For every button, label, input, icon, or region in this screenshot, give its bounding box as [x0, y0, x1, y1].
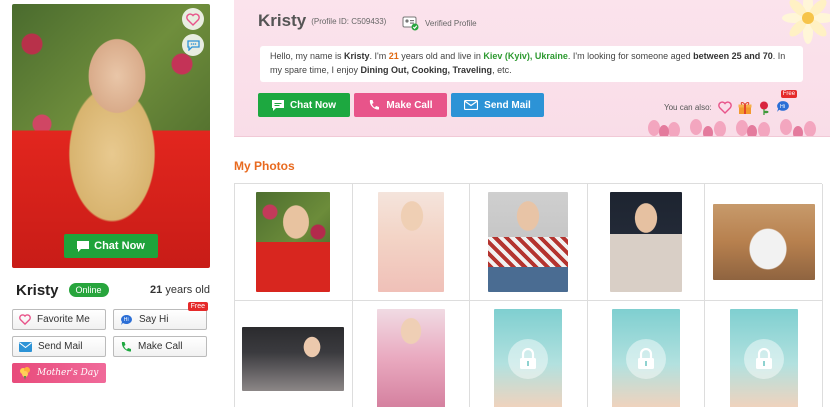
say-hi-button[interactable]: Hi Say Hi Free [113, 302, 208, 330]
photo-cell-locked[interactable] [470, 301, 588, 407]
gift-icon[interactable] [738, 101, 752, 115]
photo-thumbnail[interactable] [610, 192, 683, 292]
lock-icon [508, 339, 549, 379]
photo-cell[interactable] [353, 301, 471, 407]
bio-part: . I'm looking for someone aged [567, 51, 694, 61]
photo-cell-locked[interactable] [705, 301, 823, 407]
bio-text: Hello, my name is Kristy. I'm 21 years o… [260, 46, 803, 82]
verified-label: Verified Profile [425, 19, 477, 28]
left-column: Chat Now Kristy Online 21 years old Favo… [12, 4, 210, 383]
chat-bubble-icon[interactable] [182, 34, 204, 56]
primary-actions: Chat Now Make Call Send Mail [258, 93, 544, 117]
make-call-primary-button[interactable]: Make Call [354, 93, 447, 117]
photo-cell[interactable] [235, 184, 353, 301]
send-mail-button[interactable]: Send Mail [12, 336, 106, 357]
photo-cell-locked[interactable] [588, 301, 706, 407]
mail-icon [19, 341, 32, 352]
age-number: 21 [150, 284, 163, 296]
locked-photo[interactable] [494, 309, 563, 407]
mail-icon [464, 100, 479, 110]
hi-bubble-icon: Hi [121, 314, 132, 325]
decor-tulips-icon [648, 119, 816, 136]
hi-bubble-icon: Hi [776, 101, 789, 112]
make-call-label: Make Call [138, 341, 183, 352]
heart-icon [19, 314, 31, 325]
you-can-also-label: You can also: [664, 103, 712, 112]
profile-name: Kristy [16, 281, 59, 299]
left-action-buttons: Favorite Me Hi Say Hi Free Send Mail Mak… [12, 302, 210, 357]
profile-page: Chat Now Kristy Online 21 years old Favo… [0, 0, 830, 407]
favorite-me-label: Favorite Me [37, 314, 90, 325]
heart-outline-icon[interactable] [717, 101, 732, 114]
make-call-button[interactable]: Make Call [113, 336, 207, 357]
photo-thumbnail[interactable] [256, 192, 331, 292]
verified-profile: Verified Profile [402, 16, 477, 31]
bio-part: , etc. [492, 65, 512, 75]
chat-icon [77, 240, 90, 252]
photo-cell[interactable] [352, 184, 471, 301]
chat-now-button[interactable]: Chat Now [258, 93, 350, 117]
favorite-me-button[interactable]: Favorite Me [12, 309, 106, 330]
bio-hobbies: Dining Out, Cooking, Traveling [360, 65, 493, 75]
bio-part: Hello, my name is [270, 51, 345, 61]
chat-now-label: Chat Now [289, 99, 337, 111]
chat-now-overlay-label: Chat Now [94, 240, 145, 252]
bio-age: 21 [388, 51, 399, 61]
phone-icon [370, 100, 380, 110]
age-text: 21 years old [150, 284, 210, 296]
say-hi-mini[interactable]: Hi Free [776, 90, 798, 115]
profile-heading-name: Kristy [258, 11, 307, 30]
svg-text:Hi: Hi [124, 317, 129, 323]
photo-thumbnail[interactable] [242, 327, 345, 391]
hi-text: Hi [780, 104, 786, 110]
photo-cell[interactable] [235, 301, 353, 407]
free-tag: Free [187, 302, 208, 311]
bio-location: Kiev (Kyiv), Ukraine [483, 51, 568, 61]
age-suffix: years old [162, 284, 210, 296]
mothers-day-label: Mother's Day [37, 368, 99, 378]
rose-icon[interactable] [758, 101, 770, 115]
bio-name: Kristy [344, 51, 370, 61]
bio-part: years old and live in [398, 51, 484, 61]
my-photos-heading: My Photos [234, 159, 295, 173]
locked-photo[interactable] [612, 309, 681, 407]
profile-title-row: Kristy (Profile ID: C509433) [258, 11, 386, 31]
photo-cell[interactable] [587, 184, 706, 301]
locked-photo[interactable] [729, 309, 798, 407]
bio-part: . I'm [369, 51, 389, 61]
photo-cell[interactable] [470, 184, 588, 301]
profile-card: Kristy (Profile ID: C509433) Verified Pr… [234, 0, 830, 137]
online-badge: Online [68, 283, 109, 297]
send-mail-label: Send Mail [38, 341, 83, 352]
bio-age-range: between 25 and 70 [693, 51, 773, 61]
free-mini-tag: Free [780, 90, 798, 98]
flower-bouquet-icon [20, 367, 30, 380]
lock-icon [626, 339, 667, 379]
photo-cell[interactable] [705, 184, 823, 301]
lock-icon [743, 339, 784, 379]
favorite-heart-icon[interactable] [182, 8, 204, 30]
mothers-day-button[interactable]: Mother's Day [12, 363, 106, 383]
photo-grid [234, 183, 823, 407]
chat-now-overlay-button[interactable]: Chat Now [64, 234, 158, 258]
photo-thumbnail[interactable] [376, 309, 445, 407]
you-can-also-row: You can also: Hi Free [664, 90, 798, 115]
photo-thumbnail[interactable] [377, 192, 444, 292]
chat-icon [271, 99, 284, 111]
phone-icon [121, 341, 131, 352]
send-mail-primary-button[interactable]: Send Mail [451, 93, 544, 117]
main-profile-photo[interactable]: Chat Now [12, 4, 210, 268]
verified-id-icon [402, 16, 419, 31]
send-mail-primary-label: Send Mail [484, 99, 531, 111]
photo-thumbnail[interactable] [488, 192, 569, 292]
name-row: Kristy Online 21 years old [12, 278, 210, 302]
profile-id: (Profile ID: C509433) [311, 16, 387, 26]
photo-thumbnail[interactable] [712, 204, 815, 280]
say-hi-label: Say Hi [139, 314, 169, 325]
make-call-primary-label: Make Call [386, 99, 433, 111]
